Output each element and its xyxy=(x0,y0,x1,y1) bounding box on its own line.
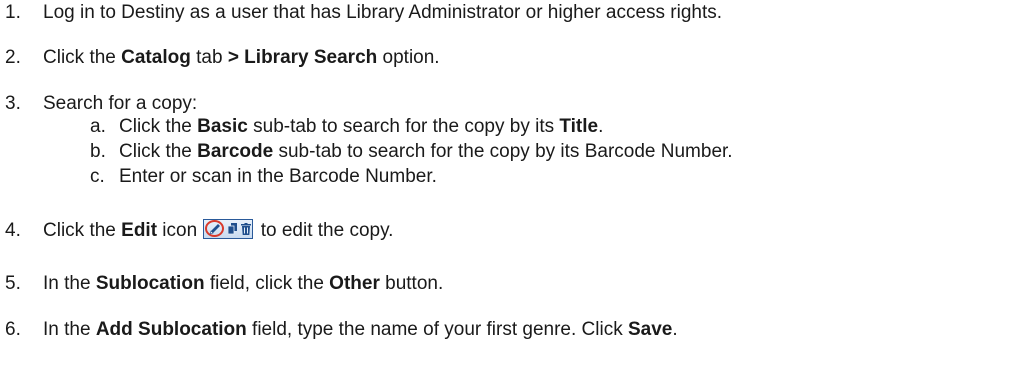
barcode-subtab-name: Barcode xyxy=(197,141,274,162)
substep-text-part: . xyxy=(598,116,604,137)
other-button-name: Other xyxy=(329,273,380,294)
substep-text: Click the Barcode sub-tab to search for … xyxy=(119,140,733,164)
step-text-part: option. xyxy=(377,47,440,68)
step-number: 4. xyxy=(5,220,21,241)
step-text: In the Add Sublocation field, type the n… xyxy=(43,318,678,342)
title-field-name: Title xyxy=(559,116,599,137)
pencil-icon xyxy=(209,224,221,235)
substep-text-part: sub-tab to search for the copy by its Ba… xyxy=(273,141,733,162)
substep-text-part: Click the xyxy=(119,141,198,162)
substep-text: Enter or scan in the Barcode Number. xyxy=(119,165,437,189)
step-text-part: field, click the xyxy=(204,273,330,294)
edit-label: Edit xyxy=(121,220,158,241)
step-text-part: to edit the copy. xyxy=(255,220,394,241)
save-button-name: Save xyxy=(628,319,673,340)
step-text-part: button. xyxy=(379,273,444,294)
copy-icon xyxy=(228,223,238,235)
step-text: Search for a copy: xyxy=(43,92,197,116)
substep-letter: c. xyxy=(90,166,105,187)
step-number: 3. xyxy=(5,93,21,114)
step-number: 5. xyxy=(5,273,21,294)
step-text: In the Sublocation field, click the Othe… xyxy=(43,272,443,296)
step-text-part: . xyxy=(672,319,678,340)
step-text-part: icon xyxy=(157,220,203,241)
step-text-part: tab xyxy=(190,47,228,68)
step-number: 2. xyxy=(5,47,21,68)
step-text-part: Click the xyxy=(43,220,122,241)
step-number: 1. xyxy=(5,2,21,23)
add-sublocation-field-name: Add Sublocation xyxy=(95,319,247,340)
edit-toolbar-icon[interactable] xyxy=(203,219,254,239)
trash-icon xyxy=(241,223,252,235)
library-search-option-name: > Library Search xyxy=(227,47,378,68)
catalog-tab-name: Catalog xyxy=(121,47,191,68)
step-text: Click the Edit icon to edit the copy. xyxy=(43,219,393,243)
step-number: 6. xyxy=(5,319,21,340)
step-text-part: Log in to Destiny as a user that has Lib… xyxy=(43,2,723,23)
step-text-part: In the xyxy=(43,319,96,340)
substep-text-part: Enter or scan in the Barcode Number. xyxy=(119,166,437,187)
substep-letter: b. xyxy=(90,141,106,162)
substep-text-part: Click the xyxy=(119,116,198,137)
substep-text-part: sub-tab to search for the copy by its xyxy=(247,116,560,137)
step-text-part: In the xyxy=(43,273,96,294)
sublocation-field-name: Sublocation xyxy=(95,273,205,294)
step-text-part: field, type the name of your first genre… xyxy=(246,319,628,340)
substep-text: Click the Basic sub-tab to search for th… xyxy=(119,115,603,139)
step-text-part: Click the xyxy=(43,47,122,68)
step-text: Click the Catalog tab > Library Search o… xyxy=(43,46,440,70)
substep-letter: a. xyxy=(90,116,106,137)
step-text: Log in to Destiny as a user that has Lib… xyxy=(43,1,722,25)
step-text-part: Search for a copy: xyxy=(43,93,198,114)
basic-subtab-name: Basic xyxy=(197,116,248,137)
